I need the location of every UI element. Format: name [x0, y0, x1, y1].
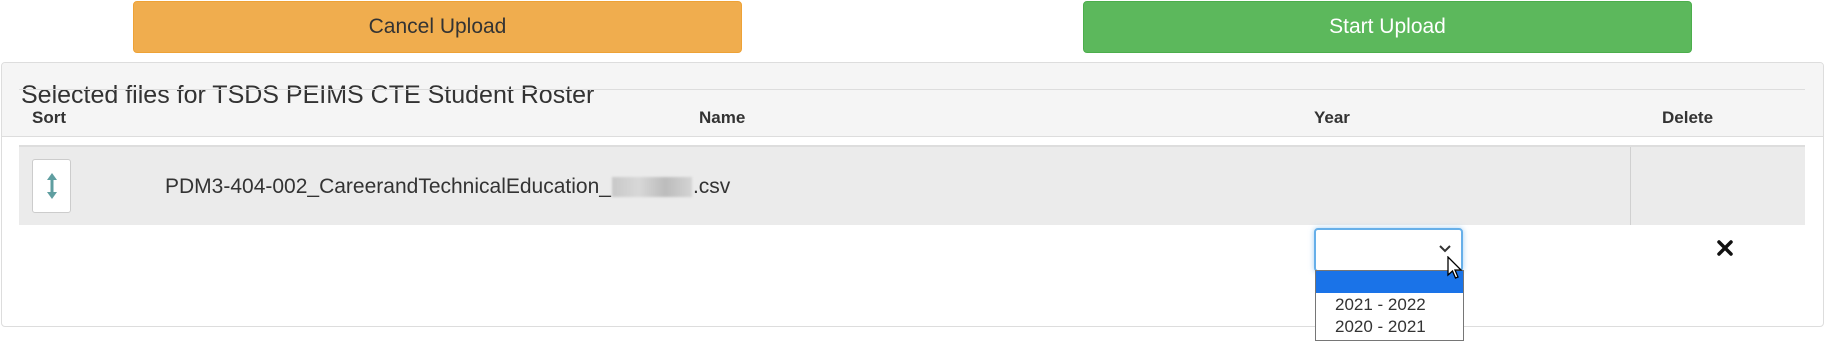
- year-option-2020-2021[interactable]: 2020 - 2021: [1316, 316, 1463, 338]
- column-header-delete: Delete: [1662, 108, 1714, 127]
- file-name-suffix: .csv: [692, 175, 731, 198]
- mouse-pointer-icon: [1447, 256, 1463, 279]
- year-select[interactable]: [1314, 228, 1463, 272]
- sort-handle[interactable]: [32, 159, 71, 213]
- file-name-prefix: PDM3-404-002_CareerandTechnicalEducation…: [165, 175, 611, 198]
- panel-title: Selected files for TSDS PEIMS CTE Studen…: [21, 81, 595, 109]
- column-header-year: Year: [1314, 108, 1350, 127]
- row-cell-divider: [1630, 147, 1631, 225]
- table-top-border: [19, 89, 1805, 90]
- chevron-down-icon: [1439, 245, 1451, 253]
- year-option-2021-2022[interactable]: 2021 - 2022: [1316, 294, 1463, 316]
- redacted-text: [611, 177, 692, 197]
- year-dropdown-list: 2021 - 2022 2020 - 2021: [1315, 270, 1464, 341]
- year-option-blank[interactable]: [1316, 271, 1463, 293]
- column-header-name: Name: [699, 108, 746, 127]
- cancel-upload-button[interactable]: Cancel Upload: [133, 1, 742, 53]
- start-upload-button[interactable]: Start Upload: [1083, 1, 1692, 53]
- close-icon[interactable]: [1717, 240, 1733, 256]
- file-name: PDM3-404-002_CareerandTechnicalEducation…: [165, 175, 730, 199]
- column-header-sort: Sort: [32, 108, 66, 127]
- sort-vertical-icon: [46, 173, 57, 199]
- panel-heading: Selected files for TSDS PEIMS CTE Studen…: [2, 63, 1823, 137]
